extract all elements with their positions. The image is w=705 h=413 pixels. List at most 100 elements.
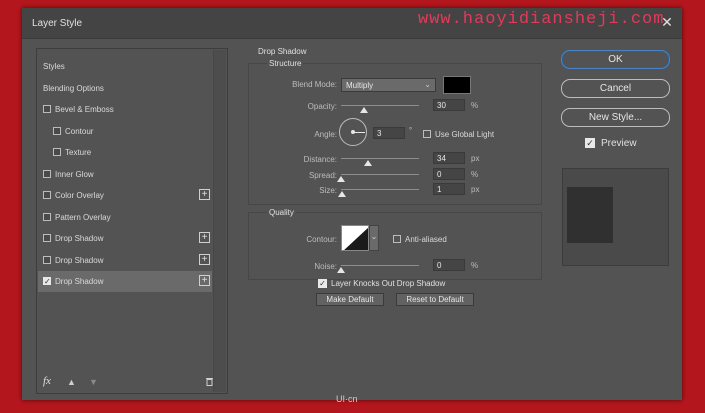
noise-slider-track[interactable] — [341, 265, 419, 266]
opacity-value: 30 — [437, 101, 446, 110]
shadow-color-swatch[interactable] — [443, 76, 471, 94]
style-item-styles[interactable]: Styles — [38, 56, 212, 77]
style-item-label: Drop Shadow — [55, 277, 104, 286]
structure-title: Structure — [267, 59, 304, 68]
preview-checkbox[interactable]: ✓ — [585, 138, 595, 148]
watermark-text: www.haoyidiansheji.com — [418, 10, 665, 29]
style-item-drop-shadow[interactable]: Drop Shadow + — [38, 271, 212, 292]
add-style-plus-icon[interactable]: + — [199, 253, 210, 265]
knocks-out-label: Layer Knocks Out Drop Shadow — [331, 279, 446, 288]
anti-aliased-checkbox[interactable] — [393, 235, 401, 243]
noise-unit: % — [471, 261, 479, 270]
angle-dial[interactable] — [339, 118, 367, 146]
blend-mode-select[interactable]: Multiply ⌄ — [341, 78, 436, 92]
close-icon[interactable]: ✕ — [660, 14, 674, 30]
title-bar: Layer Style www.haoyidiansheji.com ✕ — [22, 8, 682, 39]
style-item-label: Drop Shadow — [55, 234, 104, 243]
dialog-title: Layer Style — [32, 18, 83, 29]
style-item-label: Drop Shadow — [55, 255, 104, 265]
size-label: Size: — [319, 186, 337, 195]
spread-slider-thumb[interactable] — [337, 176, 345, 182]
layer-style-dialog: Layer Style www.haoyidiansheji.com ✕ Sty… — [22, 8, 682, 400]
style-item-label: Bevel & Emboss — [55, 105, 114, 114]
opacity-slider-thumb[interactable] — [360, 107, 369, 113]
add-style-plus-icon[interactable]: + — [199, 189, 210, 200]
style-item-inner-glow[interactable]: Inner Glow — [38, 164, 212, 185]
opacity-input[interactable]: 30 — [433, 99, 465, 111]
move-down-icon[interactable]: ▼ — [89, 377, 98, 387]
contour-preview[interactable] — [341, 225, 369, 251]
style-item-checkbox[interactable] — [43, 169, 51, 178]
make-default-button[interactable]: Make Default — [316, 293, 384, 306]
style-item-checkbox[interactable] — [43, 271, 51, 292]
contour-dropdown-chevron-icon[interactable]: ⌄ — [369, 225, 379, 251]
style-item-blending-options[interactable]: Blending Options — [38, 78, 212, 99]
distance-slider-thumb[interactable] — [363, 160, 372, 166]
style-item-label: Pattern Overlay — [55, 212, 111, 222]
noise-value: 0 — [437, 261, 442, 270]
style-item-checkbox[interactable] — [43, 234, 51, 242]
add-style-plus-icon[interactable]: + — [199, 275, 210, 286]
distance-input[interactable]: 34 — [433, 152, 465, 164]
anti-aliased-label: Anti-aliased — [405, 235, 447, 244]
contour-label: Contour: — [306, 235, 337, 244]
style-item-contour[interactable]: Contour — [38, 121, 212, 142]
style-item-label: Color Overlay — [55, 191, 104, 200]
spread-unit: % — [471, 170, 479, 179]
style-item-texture[interactable]: Texture — [38, 142, 212, 163]
distance-value: 34 — [437, 154, 446, 163]
spread-input[interactable]: 0 — [433, 168, 465, 180]
opacity-slider-track[interactable] — [341, 105, 419, 106]
add-style-plus-icon[interactable]: + — [199, 232, 210, 243]
styles-list-scrollbar[interactable] — [213, 50, 226, 392]
size-unit: px — [471, 185, 480, 194]
size-input[interactable]: 1 — [433, 183, 465, 195]
site-mark: UI·cn — [336, 394, 358, 404]
distance-unit: px — [471, 154, 480, 163]
size-value: 1 — [437, 185, 442, 194]
noise-slider-thumb[interactable] — [337, 267, 345, 273]
angle-input[interactable]: 3 — [373, 127, 405, 139]
angle-dial-center — [351, 130, 355, 134]
spread-slider-track[interactable] — [341, 174, 419, 175]
quality-title: Quality — [267, 208, 296, 217]
style-item-pattern-overlay[interactable]: Pattern Overlay — [38, 207, 212, 228]
style-item-label: Inner Glow — [55, 169, 94, 179]
noise-label: Noise: — [314, 262, 337, 271]
section-title: Drop Shadow — [258, 47, 307, 56]
trash-icon[interactable] — [205, 377, 214, 388]
ok-button[interactable]: OK — [561, 50, 670, 69]
style-item-checkbox[interactable] — [53, 148, 61, 156]
spread-label: Spread: — [308, 171, 337, 180]
noise-input[interactable]: 0 — [433, 259, 465, 271]
reset-to-default-button[interactable]: Reset to Default — [396, 293, 474, 306]
move-up-icon[interactable]: ▲ — [67, 377, 76, 387]
style-item-drop-shadow[interactable]: Drop Shadow + — [38, 228, 212, 249]
style-item-label: Contour — [65, 126, 94, 136]
style-item-label: Styles — [43, 62, 65, 71]
blend-mode-label: Blend Mode: — [292, 80, 337, 89]
style-item-drop-shadow[interactable]: Drop Shadow + — [38, 250, 212, 271]
distance-slider-track[interactable] — [341, 158, 419, 159]
size-slider-track[interactable] — [341, 189, 419, 190]
knocks-out-checkbox[interactable]: ✓ — [318, 279, 327, 288]
style-item-checkbox[interactable] — [43, 105, 51, 113]
use-global-light-checkbox[interactable] — [423, 130, 431, 138]
distance-label: Distance: — [303, 155, 337, 164]
style-item-checkbox[interactable] — [43, 212, 51, 221]
blend-mode-value: Multiply — [346, 81, 374, 90]
style-item-bevel-emboss[interactable]: Bevel & Emboss — [38, 99, 212, 120]
fx-icon[interactable]: fx — [43, 375, 51, 387]
style-item-checkbox[interactable] — [43, 191, 51, 199]
new-style-button[interactable]: New Style... — [561, 108, 670, 127]
structure-group: Structure Blend Mode: Multiply ⌄ Opacity… — [248, 59, 542, 205]
cancel-button[interactable]: Cancel — [561, 79, 670, 98]
use-global-light-label: Use Global Light — [435, 130, 495, 139]
style-item-checkbox[interactable] — [43, 255, 51, 264]
angle-unit: ° — [409, 126, 413, 135]
size-slider-thumb[interactable] — [338, 191, 346, 197]
styles-list-footer: fx ▲ ▼ — [37, 375, 225, 393]
preview-thumbnail — [562, 168, 669, 266]
style-item-color-overlay[interactable]: Color Overlay + — [38, 185, 212, 206]
style-item-checkbox[interactable] — [53, 126, 61, 135]
